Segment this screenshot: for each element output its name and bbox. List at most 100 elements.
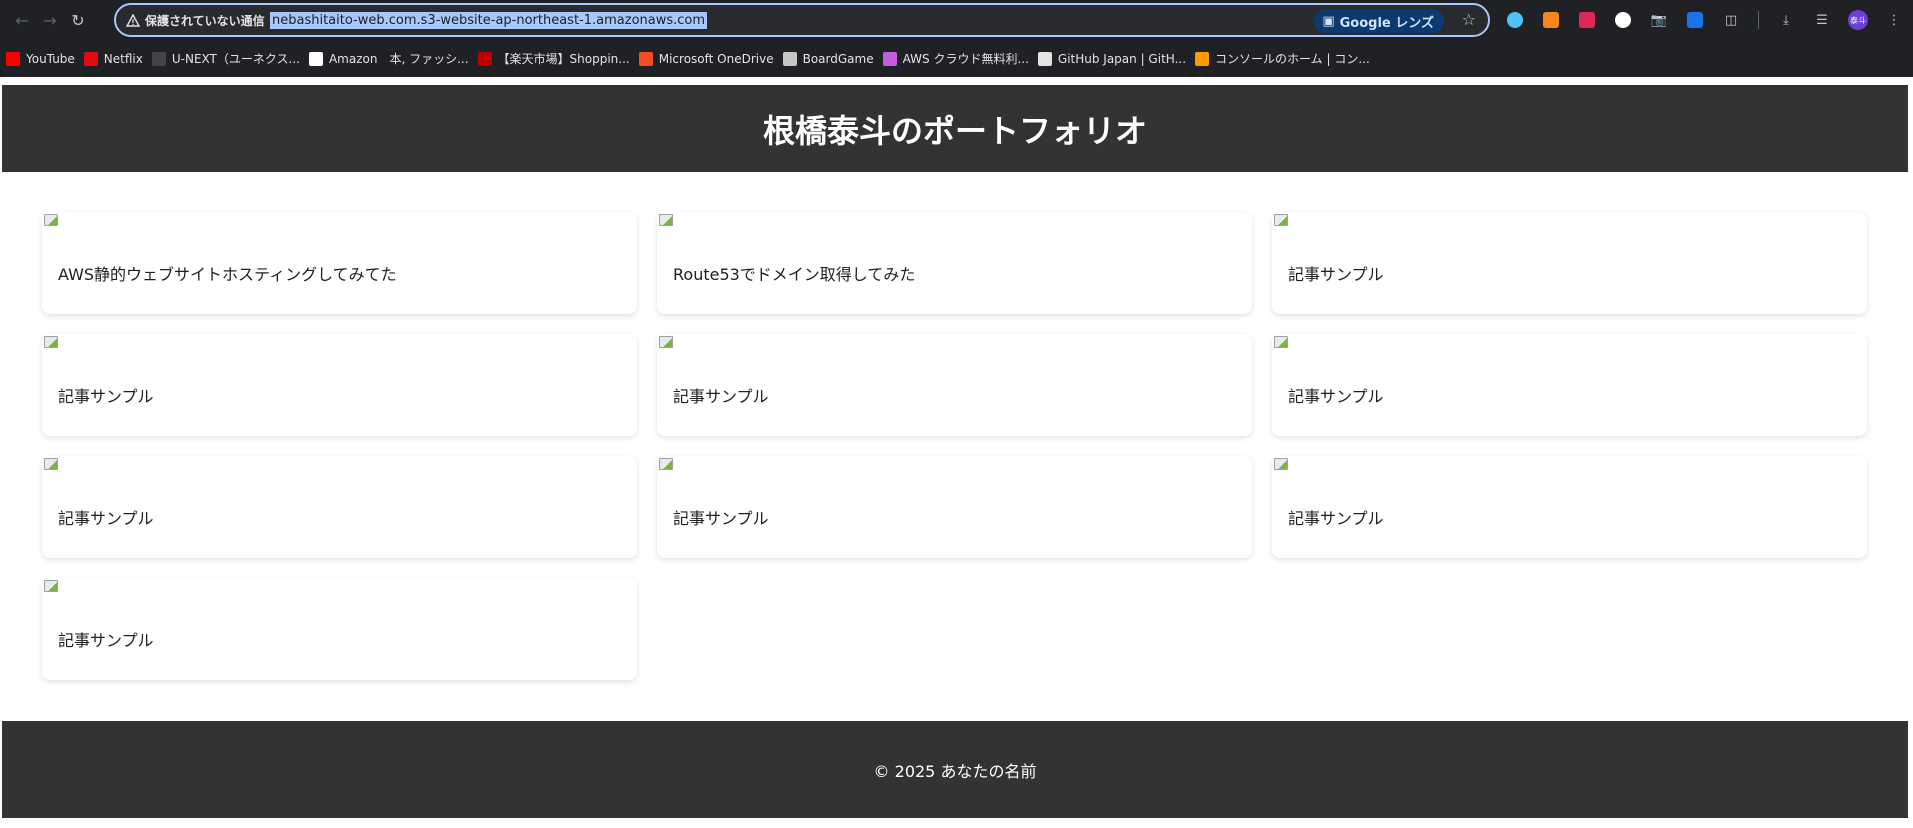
download-icon: ⤓ — [1783, 12, 1789, 28]
more-vert-icon: ⋮ — [1887, 12, 1901, 28]
bookmark-item[interactable]: Amazon 本, ファッシ... — [308, 46, 478, 72]
bookmarks-bar: YouTube Netflix U-NEXT（ユーネクス... Amazon 本, フ… — [0, 40, 1913, 77]
google-lens-button[interactable]: ▣ Google レンズ — [1314, 9, 1444, 33]
article-card[interactable]: 記事サンプル — [42, 456, 637, 558]
article-title: 記事サンプル — [1288, 265, 1384, 284]
broken-image-icon — [44, 580, 58, 592]
bookmark-label: 【楽天市場】Shoppin... — [497, 52, 630, 66]
footer-text: © 2025 あなたの名前 — [873, 761, 1037, 781]
bookmark-label: AWS クラウド無料利... — [902, 52, 1029, 66]
github-icon — [1037, 51, 1052, 66]
article-title: 記事サンプル — [673, 387, 769, 406]
aws-cube-icon — [882, 51, 897, 66]
extensions-menu-button[interactable]: ◫ — [1716, 6, 1746, 34]
article-title: 記事サンプル — [58, 631, 154, 650]
bookmark-label: コンソールのホーム | コン... — [1215, 52, 1370, 66]
extension-icon — [1579, 12, 1595, 28]
avatar: 泰斗 — [1848, 10, 1868, 30]
page-content: 根橋泰斗のポートフォリオ AWS静的ウェブサイトホスティングしてみてた Route… — [2, 85, 1908, 818]
bookmark-label: U-NEXT（ユーネクス... — [171, 52, 300, 66]
media-button[interactable]: ☰ — [1807, 6, 1837, 34]
site-footer: © 2025 あなたの名前 — [2, 721, 1908, 818]
bookmark-item[interactable]: AWS クラウド無料利... — [882, 46, 1038, 72]
metamask-icon — [1543, 12, 1559, 28]
extension-3-button[interactable] — [1572, 6, 1602, 34]
extension-6-button[interactable] — [1680, 6, 1710, 34]
broken-image-icon — [1274, 214, 1288, 226]
menu-button[interactable]: ⋮ — [1879, 6, 1909, 34]
extensions-area: 📷 ◫ ⤓ ☰ 泰斗 ⋮ — [1500, 6, 1909, 34]
broken-image-icon — [44, 336, 58, 348]
broken-image-icon — [44, 214, 58, 226]
reload-icon: ↻ — [71, 10, 85, 30]
article-card[interactable]: AWS静的ウェブサイトホスティングしてみてた — [42, 212, 637, 314]
youtube-icon — [6, 51, 20, 66]
article-card[interactable]: 記事サンプル — [1272, 334, 1867, 436]
forward-button[interactable]: → — [36, 6, 64, 34]
bookmark-label: YouTube — [26, 51, 75, 66]
broken-image-icon — [659, 458, 673, 470]
bookmark-item[interactable]: コンソールのホーム | コン... — [1195, 46, 1379, 72]
article-card[interactable]: 記事サンプル — [42, 578, 637, 680]
unext-icon — [151, 51, 166, 66]
broken-image-icon — [44, 458, 58, 470]
arrow-right-icon: → — [43, 10, 57, 30]
browser-chrome: ← → ↻ 保護されていない通信 nebashitaito-web.com.s3… — [0, 0, 1913, 77]
broken-image-icon — [659, 214, 673, 226]
reload-button[interactable]: ↻ — [64, 6, 92, 34]
extension-icon — [1687, 12, 1703, 28]
article-card[interactable]: 記事サンプル — [1272, 212, 1867, 314]
profile-button[interactable]: 泰斗 — [1843, 6, 1873, 34]
playlist-icon: ☰ — [1816, 12, 1828, 28]
extension-icon — [1507, 12, 1523, 28]
security-label: 保護されていない通信 — [145, 13, 265, 28]
article-grid: AWS静的ウェブサイトホスティングしてみてた Route53でドメイン取得してみた… — [2, 172, 1908, 680]
bookmark-star-icon[interactable]: ☆ — [1462, 10, 1476, 29]
article-card[interactable]: Route53でドメイン取得してみた — [657, 212, 1252, 314]
bookmark-item[interactable]: BoardGame — [782, 46, 883, 72]
bookmark-label: Microsoft OneDrive — [658, 51, 774, 66]
extension-2-button[interactable] — [1536, 6, 1566, 34]
arrow-left-icon: ← — [15, 10, 29, 30]
security-chip[interactable]: 保護されていない通信 — [116, 12, 266, 29]
lens-label: Google レンズ — [1339, 15, 1434, 31]
article-title: 記事サンプル — [58, 387, 154, 406]
article-card[interactable]: 記事サンプル — [1272, 456, 1867, 558]
bookmark-item[interactable]: Netflix — [83, 46, 152, 72]
address-bar[interactable]: 保護されていない通信 nebashitaito-web.com.s3-websi… — [114, 3, 1490, 37]
article-title: Route53でドメイン取得してみた — [673, 265, 916, 284]
article-card[interactable]: 記事サンプル — [657, 456, 1252, 558]
bookmark-item[interactable]: U-NEXT（ユーネクス... — [151, 46, 309, 72]
broken-image-icon — [659, 336, 673, 348]
bookmark-item[interactable]: Microsoft OneDrive — [638, 46, 783, 72]
amazon-icon — [308, 51, 323, 66]
warning-icon — [126, 13, 140, 27]
bookmark-label: Netflix — [103, 51, 143, 66]
bookmark-item[interactable]: YouTube — [6, 46, 84, 72]
extension-5-button[interactable]: 📷 — [1644, 6, 1674, 34]
article-title: 記事サンプル — [58, 509, 154, 528]
site-header: 根橋泰斗のポートフォリオ — [2, 85, 1908, 172]
article-card[interactable]: 記事サンプル — [42, 334, 637, 436]
downloads-button[interactable]: ⤓ — [1771, 6, 1801, 34]
record-icon — [1615, 12, 1631, 28]
rakuten-icon — [477, 51, 492, 66]
camera-icon: 📷 — [1650, 12, 1668, 28]
bookmark-label: BoardGame — [802, 51, 874, 66]
extension-4-button[interactable] — [1608, 6, 1638, 34]
lens-icon: ▣ — [1322, 13, 1335, 29]
puzzle-icon: ◫ — [1724, 12, 1738, 28]
bookmark-item[interactable]: GitHub Japan | GitH... — [1037, 46, 1195, 72]
aws-console-icon — [1195, 51, 1210, 66]
extension-1-button[interactable] — [1500, 6, 1530, 34]
broken-image-icon — [1274, 458, 1288, 470]
bookmark-label: Amazon 本, ファッシ... — [328, 52, 469, 66]
netflix-icon — [83, 51, 98, 66]
bookmark-item[interactable]: 【楽天市場】Shoppin... — [477, 46, 639, 72]
article-title: 記事サンプル — [1288, 387, 1384, 406]
article-title: 記事サンプル — [673, 509, 769, 528]
back-button[interactable]: ← — [8, 6, 36, 34]
article-card[interactable]: 記事サンプル — [657, 334, 1252, 436]
broken-image-icon — [1274, 336, 1288, 348]
url-text[interactable]: nebashitaito-web.com.s3-website-ap-north… — [270, 11, 708, 29]
